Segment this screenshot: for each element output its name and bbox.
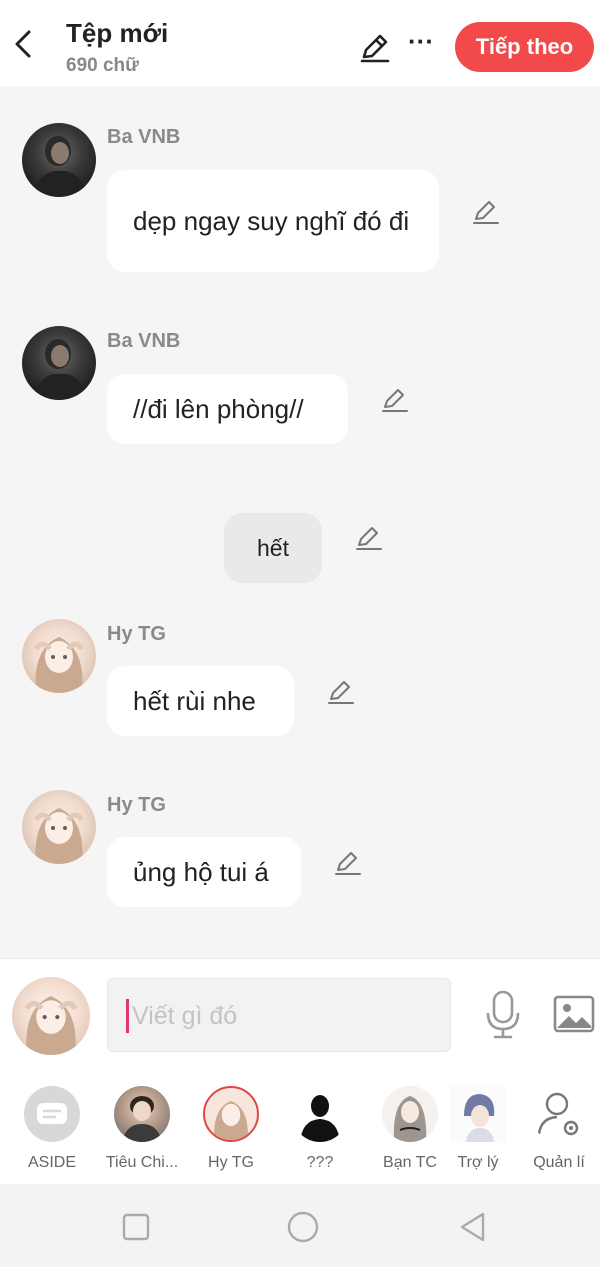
character-label: Hy TG bbox=[208, 1154, 254, 1171]
message-input-box[interactable] bbox=[107, 978, 451, 1052]
character-label: ASIDE bbox=[27, 1154, 76, 1171]
back-button[interactable] bbox=[8, 24, 38, 64]
chat-area: Ba VNB dẹp ngay suy nghĩ đó đi Ba VNB //… bbox=[0, 86, 600, 958]
character-label: ??? bbox=[306, 1154, 334, 1171]
avatar[interactable] bbox=[22, 619, 96, 693]
pencil-icon bbox=[356, 527, 382, 550]
edit-message-button[interactable] bbox=[327, 678, 355, 706]
sender-name: Hy TG bbox=[107, 623, 166, 645]
character-tieu-chi[interactable]: Tiêu Chi... bbox=[102, 1082, 182, 1182]
character-aside[interactable]: ASIDE bbox=[12, 1082, 92, 1182]
character-hy-tg[interactable]: Hy TG bbox=[191, 1082, 271, 1182]
back-arrow-icon bbox=[15, 30, 31, 58]
sender-name: Ba VNB bbox=[107, 126, 181, 148]
user-settings-icon bbox=[537, 1092, 579, 1136]
message-bubble[interactable]: hết rùi nhe bbox=[107, 666, 294, 736]
top-bar: Tệp mới 690 chữ ··· Tiếp theo bbox=[0, 0, 600, 86]
message-bubble[interactable]: //đi lên phòng// bbox=[107, 374, 348, 444]
word-count: 690 chữ bbox=[66, 55, 139, 76]
sender-name: Ba VNB bbox=[107, 330, 181, 352]
character-label: Trợ lý bbox=[457, 1154, 499, 1171]
avatar[interactable] bbox=[22, 326, 96, 400]
avatar bbox=[24, 1086, 80, 1142]
message-input[interactable] bbox=[130, 995, 434, 1037]
character-tro-ly[interactable]: Trợ lý bbox=[446, 1082, 510, 1182]
person-avatar-icon bbox=[393, 1096, 427, 1142]
next-button[interactable]: Tiếp theo bbox=[455, 22, 594, 72]
message-bubble[interactable]: dẹp ngay suy nghĩ đó đi bbox=[107, 170, 439, 272]
pencil-icon bbox=[328, 681, 354, 704]
text-caret bbox=[126, 999, 129, 1033]
silhouette-icon bbox=[300, 1095, 340, 1142]
current-character-avatar[interactable] bbox=[12, 977, 90, 1055]
character-unknown[interactable]: ??? bbox=[280, 1082, 360, 1182]
triangle-back-icon bbox=[460, 1212, 485, 1242]
message-composer bbox=[0, 958, 600, 1073]
pencil-icon bbox=[473, 201, 499, 224]
person-avatar-icon bbox=[24, 995, 78, 1055]
system-nav-bar bbox=[0, 1185, 600, 1267]
message-bubble[interactable]: ủng hộ tui á bbox=[107, 837, 301, 907]
edit-message-button[interactable] bbox=[472, 198, 500, 226]
image-icon bbox=[553, 995, 595, 1033]
insert-image-button[interactable] bbox=[553, 995, 595, 1033]
avatar[interactable] bbox=[22, 123, 96, 197]
person-avatar-icon bbox=[32, 339, 88, 400]
character-selector: ASIDE Tiêu Chi... Hy TG ??? Bạn TC Trợ l… bbox=[0, 1072, 600, 1184]
avatar bbox=[292, 1086, 348, 1142]
avatar bbox=[203, 1086, 259, 1142]
manage-characters-button[interactable]: Quản lí bbox=[519, 1082, 599, 1182]
circle-icon bbox=[287, 1211, 319, 1243]
person-avatar-icon bbox=[33, 808, 85, 864]
edit-title-button[interactable] bbox=[358, 30, 392, 64]
avatar bbox=[114, 1086, 170, 1142]
voice-input-button[interactable] bbox=[483, 989, 523, 1041]
person-avatar-icon bbox=[122, 1096, 162, 1142]
sender-name: Hy TG bbox=[107, 794, 166, 816]
more-button[interactable]: ··· bbox=[406, 28, 436, 58]
avatar bbox=[450, 1086, 506, 1142]
character-label: Tiêu Chi... bbox=[105, 1154, 179, 1171]
system-back-button[interactable] bbox=[455, 1209, 491, 1245]
more-icon: ··· bbox=[408, 26, 434, 56]
pencil-icon bbox=[382, 389, 408, 412]
pencil-icon bbox=[360, 34, 390, 63]
character-label: Quản lí bbox=[533, 1154, 585, 1171]
microphone-icon bbox=[486, 990, 520, 1039]
comment-icon bbox=[37, 1103, 67, 1124]
square-icon bbox=[122, 1213, 150, 1241]
edit-message-button[interactable] bbox=[355, 524, 383, 552]
avatar bbox=[382, 1086, 438, 1142]
home-button[interactable] bbox=[285, 1209, 321, 1245]
person-avatar-icon bbox=[32, 136, 88, 197]
person-avatar-icon bbox=[214, 1101, 248, 1140]
person-avatar-icon bbox=[33, 637, 85, 693]
edit-message-button[interactable] bbox=[381, 386, 409, 414]
edit-message-button[interactable] bbox=[334, 849, 362, 877]
recent-apps-button[interactable] bbox=[118, 1209, 154, 1245]
narration-bubble[interactable]: hết bbox=[224, 513, 322, 583]
pencil-icon bbox=[335, 852, 361, 875]
avatar bbox=[531, 1086, 587, 1142]
avatar[interactable] bbox=[22, 790, 96, 864]
page-title: Tệp mới bbox=[66, 18, 169, 48]
person-avatar-icon bbox=[464, 1094, 495, 1142]
